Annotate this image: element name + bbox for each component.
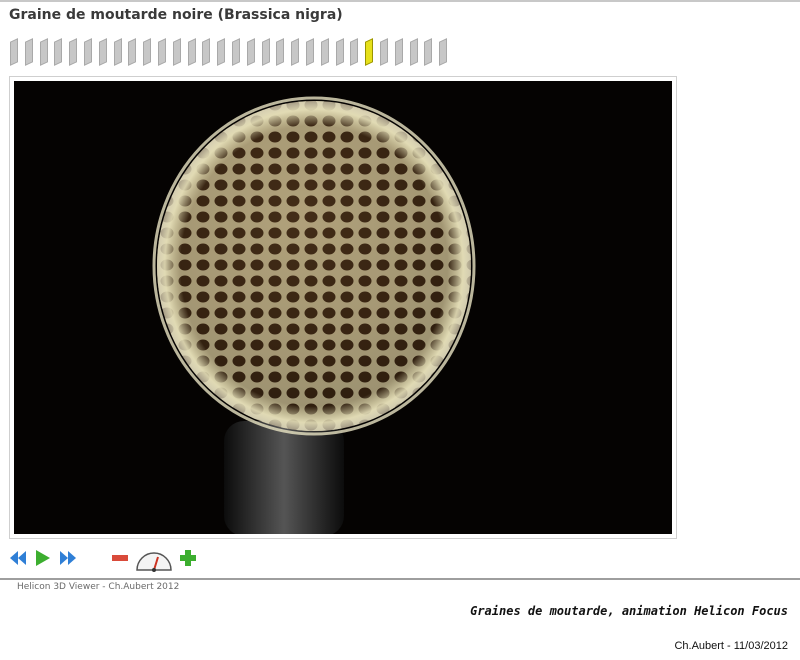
frame-thumb[interactable] <box>98 38 107 66</box>
frame-thumb[interactable] <box>335 38 344 66</box>
frame-thumb[interactable] <box>187 38 196 66</box>
minus-icon[interactable] <box>110 548 130 572</box>
frame-thumb[interactable] <box>439 38 448 66</box>
viewer-credit: Helicon 3D Viewer - Ch.Aubert 2012 <box>17 582 180 592</box>
frame-thumb[interactable] <box>424 38 433 66</box>
frame-thumb[interactable] <box>394 38 403 66</box>
frame-thumb[interactable] <box>202 38 211 66</box>
frame-thumb[interactable] <box>113 38 122 66</box>
frame-thumb[interactable] <box>24 38 33 66</box>
frame-thumb[interactable] <box>217 38 226 66</box>
frame-thumb[interactable] <box>84 38 92 66</box>
double-right-arrow-icon[interactable] <box>58 548 78 572</box>
frame-thumb[interactable] <box>380 38 388 66</box>
page-title: Graine de moutarde noire (Brassica nigra… <box>9 7 343 23</box>
frame-thumb[interactable] <box>306 38 314 66</box>
frame-thumb[interactable] <box>10 38 18 66</box>
frame-thumb[interactable] <box>291 38 300 66</box>
frame-thumb[interactable] <box>320 38 329 66</box>
double-left-arrow-icon[interactable] <box>8 548 28 572</box>
frame-thumb[interactable] <box>143 38 152 66</box>
author-date: Ch.Aubert - 11/03/2012 <box>674 640 788 652</box>
frame-thumb[interactable] <box>409 38 418 66</box>
frame-thumb[interactable] <box>261 38 270 66</box>
image-caption: Graines de moutarde, animation Helicon F… <box>470 604 788 618</box>
frame-thumb[interactable] <box>246 38 255 66</box>
mustard-seed-image <box>14 81 672 534</box>
frame-thumb[interactable] <box>39 38 48 66</box>
footer-divider <box>0 578 800 580</box>
play-triangle-icon[interactable] <box>34 548 52 572</box>
frame-thumb[interactable] <box>276 38 285 66</box>
speedometer-icon[interactable] <box>135 548 173 576</box>
top-divider <box>0 0 800 2</box>
frame-thumb[interactable] <box>54 38 63 66</box>
image-viewer[interactable] <box>9 76 677 539</box>
frame-thumb[interactable] <box>158 38 166 66</box>
frame-thumb[interactable] <box>232 38 240 66</box>
frame-thumb[interactable] <box>172 38 181 66</box>
frame-thumb[interactable] <box>350 38 359 66</box>
frame-thumb[interactable] <box>128 38 137 66</box>
frame-thumb-active[interactable] <box>365 38 374 66</box>
frame-thumb[interactable] <box>69 38 78 66</box>
plus-icon[interactable] <box>178 548 198 572</box>
